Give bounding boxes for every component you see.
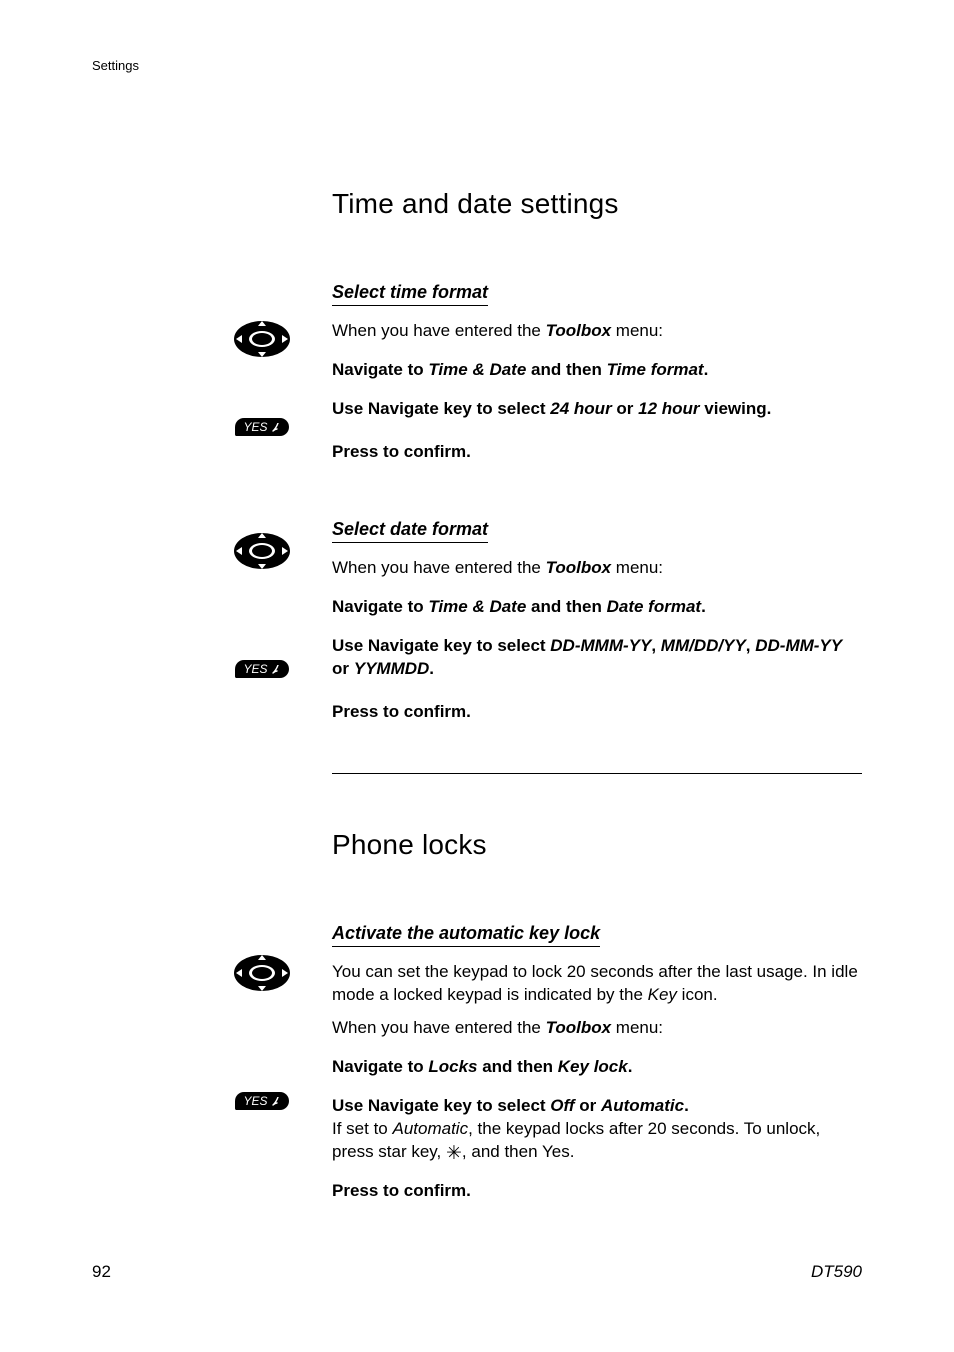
header-section-label: Settings	[92, 58, 139, 73]
keylock-select-instruction: Use Navigate key to select Off or Automa…	[332, 1095, 862, 1118]
keylock-description: You can set the keypad to lock 20 second…	[332, 961, 862, 1007]
model-number: DT590	[811, 1262, 862, 1282]
date-select-instruction: Use Navigate key to select DD-MMM-YY, MM…	[332, 635, 862, 681]
keylock-confirm: Press to confirm.	[332, 1180, 862, 1203]
subheading-time-format: Select time format	[332, 282, 488, 306]
star-key-icon: ✳	[446, 1143, 462, 1164]
section-title-phone-locks: Phone locks	[332, 829, 862, 861]
date-confirm: Press to confirm.	[332, 701, 862, 724]
navigate-key-icon	[212, 530, 312, 572]
subheading-key-lock: Activate the automatic key lock	[332, 923, 600, 947]
subheading-date-format: Select date format	[332, 519, 488, 543]
keylock-navigate-instruction: Navigate to Locks and then Key lock.	[332, 1056, 862, 1079]
time-confirm: Press to confirm.	[332, 441, 862, 464]
time-navigate-instruction: Navigate to Time & Date and then Time fo…	[332, 359, 862, 382]
time-intro: When you have entered the Toolbox menu:	[332, 320, 862, 343]
time-select-instruction: Use Navigate key to select 24 hour or 12…	[332, 398, 862, 421]
section-title-time-date: Time and date settings	[332, 188, 862, 220]
yes-key-icon: YES	[212, 660, 312, 678]
yes-key-icon: YES	[212, 1092, 312, 1110]
navigate-key-icon	[212, 952, 312, 994]
yes-key-icon: YES	[212, 418, 312, 436]
section-divider	[332, 773, 862, 774]
yes-label: YES	[243, 1094, 267, 1108]
navigate-key-icon	[212, 318, 312, 360]
keylock-intro: When you have entered the Toolbox menu:	[332, 1017, 862, 1040]
yes-label: YES	[243, 420, 267, 434]
page-number: 92	[92, 1262, 111, 1282]
yes-label: YES	[243, 662, 267, 676]
keylock-note: If set to Automatic, the keypad locks af…	[332, 1118, 862, 1164]
date-intro: When you have entered the Toolbox menu:	[332, 557, 862, 580]
date-navigate-instruction: Navigate to Time & Date and then Date fo…	[332, 596, 862, 619]
